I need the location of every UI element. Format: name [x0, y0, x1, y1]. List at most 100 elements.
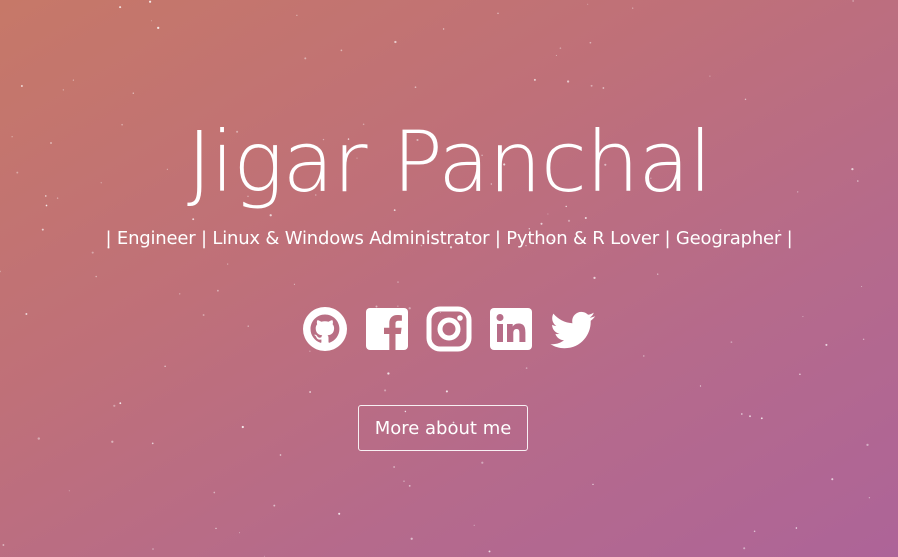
star-dot: [68, 490, 70, 492]
instagram-icon: [426, 306, 472, 352]
star-dot: [72, 79, 74, 81]
star-dot: [593, 276, 596, 280]
star-dot: [497, 12, 499, 15]
star-dot: [559, 47, 562, 49]
star-dot: [95, 275, 97, 278]
star-dot: [309, 391, 311, 393]
star-dot: [394, 40, 397, 44]
star-dot: [481, 461, 484, 464]
star-dot: [150, 20, 153, 22]
star-dot: [384, 389, 387, 392]
star-dot: [584, 216, 587, 220]
star-dot: [151, 442, 154, 445]
star-dot: [387, 372, 390, 375]
star-dot: [279, 454, 282, 456]
star-dot: [408, 484, 411, 487]
star-dot: [241, 425, 244, 429]
star-dot: [744, 98, 747, 101]
star-dot: [217, 289, 219, 292]
star-dot: [414, 86, 417, 89]
star-dot: [293, 283, 295, 285]
star-dot: [831, 478, 834, 481]
facebook-icon: [366, 308, 408, 350]
star-dot: [113, 404, 116, 407]
star-dot: [132, 92, 134, 94]
star-dot: [795, 527, 798, 529]
star-dot: [192, 218, 195, 221]
starfield-background: [0, 0, 871, 557]
star-dot: [547, 213, 549, 215]
star-dot: [62, 89, 64, 91]
star-dot: [0, 270, 1, 273]
star-dot: [393, 466, 395, 468]
star-dot: [566, 80, 570, 83]
star-dot: [589, 41, 592, 44]
star-dot: [269, 214, 272, 217]
star-dot: [239, 532, 240, 534]
linkedin-link[interactable]: [487, 305, 535, 353]
facebook-link[interactable]: [363, 305, 411, 353]
twitter-icon: [550, 311, 596, 349]
star-dot: [799, 373, 801, 376]
star-dot: [753, 530, 756, 533]
star-dot: [152, 548, 154, 550]
star-dot: [213, 491, 216, 494]
star-dot: [760, 417, 763, 420]
star-dot: [445, 390, 448, 393]
page-title: Jigar Panchal: [186, 113, 712, 211]
star-dot: [587, 3, 589, 5]
star-dot: [20, 85, 23, 87]
star-dot: [119, 6, 122, 9]
star-dot: [410, 537, 413, 540]
star-dot: [540, 222, 543, 225]
github-link[interactable]: [301, 305, 349, 353]
star-dot: [304, 57, 307, 60]
star-dot: [866, 443, 869, 447]
star-dot: [473, 524, 475, 526]
star-dot: [340, 49, 343, 52]
star-dot: [403, 480, 405, 483]
star-dot: [215, 527, 217, 530]
star-dot: [852, 0, 854, 2]
star-dot: [164, 365, 166, 367]
tagline: | Engineer | Linux & Windows Administrat…: [105, 228, 793, 249]
star-dot: [590, 84, 593, 87]
star-dot: [709, 75, 711, 77]
star-dot: [488, 550, 491, 553]
github-icon: [303, 307, 347, 351]
social-links: [0, 305, 898, 353]
more-about-me-button[interactable]: More about me: [358, 405, 528, 451]
star-dot: [111, 440, 114, 443]
star-dot: [149, 0, 152, 3]
star-dot: [37, 437, 40, 440]
linkedin-icon: [490, 308, 532, 350]
star-dot: [643, 355, 645, 357]
star-dot: [157, 26, 160, 30]
star-dot: [868, 497, 871, 499]
star-dot: [602, 87, 605, 89]
star-dot: [861, 285, 863, 288]
star-dot: [442, 28, 445, 30]
star-dot: [2, 544, 5, 546]
twitter-link[interactable]: [549, 305, 597, 353]
star-dot: [632, 7, 634, 9]
star-dot: [338, 512, 341, 515]
star-dot: [119, 402, 122, 405]
star-dot: [592, 483, 594, 486]
star-dot: [533, 78, 536, 81]
star-dot: [178, 293, 181, 295]
star-dot: [555, 54, 557, 56]
star-dot: [296, 14, 298, 16]
instagram-link[interactable]: [425, 305, 473, 353]
star-dot: [397, 281, 399, 283]
star-dot: [525, 367, 528, 369]
hero-section: Jigar Panchal | Engineer | Linux & Windo…: [0, 0, 898, 557]
star-dot: [749, 415, 751, 418]
star-dot: [743, 547, 746, 550]
star-dot: [273, 504, 276, 507]
star-dot: [567, 219, 571, 222]
star-dot: [227, 263, 229, 265]
star-dot: [699, 385, 702, 387]
star-dot: [657, 273, 659, 275]
star-dot: [740, 413, 743, 415]
